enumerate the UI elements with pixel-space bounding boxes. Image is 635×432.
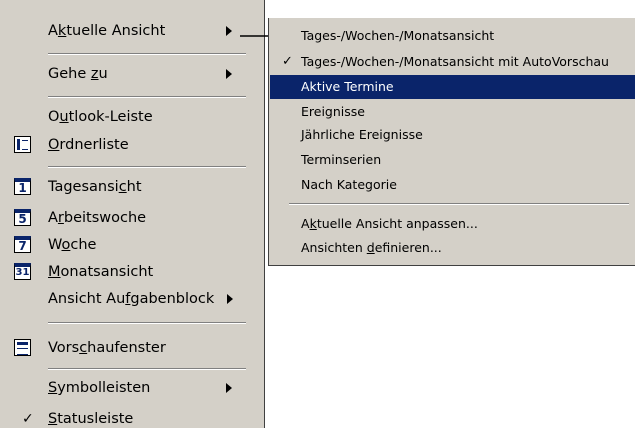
submenu-item-jaehrliche-ereignisse[interactable]: Jährliche Ereignisse <box>270 123 635 147</box>
menu-item-label: Vorschaufenster <box>48 340 166 356</box>
submenu-item-terminserien[interactable]: Terminserien <box>270 148 635 172</box>
view-menu: Aktuelle Ansicht Gehe zu Outlook-Leiste … <box>0 0 265 428</box>
menu-item-label: Arbeitswoche <box>48 210 147 226</box>
menu-item-ordnerliste[interactable]: Ordnerliste <box>0 132 264 158</box>
submenu-item-ereignisse[interactable]: Ereignisse <box>270 100 635 124</box>
menu-item-label: Statusleiste <box>48 411 134 427</box>
menu-separator <box>48 53 246 55</box>
preview-pane-icon <box>14 339 31 356</box>
work-week-icon: 5 <box>14 209 31 226</box>
menu-item-arbeitswoche[interactable]: 5 Arbeitswoche <box>0 205 264 231</box>
submenu-arrow-icon <box>226 69 232 79</box>
menu-item-label: Gehe zu <box>48 66 108 82</box>
week-view-icon: 7 <box>14 236 31 253</box>
menu-item-tagesansicht[interactable]: 1 Tagesansicht <box>0 174 264 200</box>
menu-item-label: Ordnerliste <box>48 137 129 153</box>
month-view-icon: 31 <box>14 263 31 280</box>
submenu-item-label: Jährliche Ereignisse <box>301 127 423 142</box>
menu-item-statusleiste[interactable]: ✓ Statusleiste <box>0 406 264 432</box>
submenu-item-label: Terminserien <box>301 152 382 167</box>
menu-item-label: Outlook-Leiste <box>48 109 153 125</box>
aktuelle-ansicht-submenu: Tages-/Wochen-/Monatsansicht ✓ Tages-/Wo… <box>268 18 635 266</box>
submenu-item-mit-autovorschau[interactable]: ✓ Tages-/Wochen-/Monatsansicht mit AutoV… <box>270 50 635 74</box>
submenu-item-label: Tages-/Wochen-/Monatsansicht <box>301 28 495 43</box>
submenu-item-aktive-termine[interactable]: Aktive Termine <box>270 75 635 99</box>
menu-item-symbolleisten[interactable]: Symbolleisten <box>0 375 264 401</box>
menu-item-woche[interactable]: 7 Woche <box>0 232 264 258</box>
submenu-item-label: Ansichten definieren... <box>301 240 442 255</box>
menu-item-label: Aktuelle Ansicht <box>48 23 166 39</box>
submenu-arrow-icon <box>226 26 232 36</box>
day-view-icon: 1 <box>14 178 31 195</box>
folder-list-icon <box>14 136 31 153</box>
submenu-item-nach-kategorie[interactable]: Nach Kategorie <box>270 173 635 197</box>
submenu-item-tages-wochen-monatsansicht[interactable]: Tages-/Wochen-/Monatsansicht <box>270 24 635 48</box>
menu-separator <box>48 166 246 168</box>
menu-item-label: Tagesansicht <box>48 179 142 195</box>
menu-item-outlook-leiste[interactable]: Outlook-Leiste <box>0 104 264 130</box>
menu-item-gehe-zu[interactable]: Gehe zu <box>0 61 264 87</box>
menu-item-aktuelle-ansicht[interactable]: Aktuelle Ansicht <box>0 18 264 44</box>
submenu-arrow-icon <box>227 294 233 304</box>
menu-item-monatsansicht[interactable]: 31 Monatsansicht <box>0 259 264 285</box>
submenu-item-label: Nach Kategorie <box>301 177 397 192</box>
menu-item-ansicht-aufgabenblock[interactable]: Ansicht Aufgabenblock <box>0 286 264 312</box>
submenu-item-ansichten-definieren[interactable]: Ansichten definieren... <box>270 236 635 260</box>
submenu-arrow-icon <box>226 383 232 393</box>
submenu-item-label: Tages-/Wochen-/Monatsansicht mit AutoVor… <box>301 54 609 69</box>
menu-item-label: Ansicht Aufgabenblock <box>48 291 215 307</box>
submenu-item-label: Aktuelle Ansicht anpassen... <box>301 216 478 231</box>
menu-item-label: Woche <box>48 237 97 253</box>
checkmark-icon: ✓ <box>282 54 293 69</box>
menu-item-label: Monatsansicht <box>48 264 154 280</box>
menu-item-vorschaufenster[interactable]: Vorschaufenster <box>0 335 264 361</box>
submenu-item-ansicht-anpassen[interactable]: Aktuelle Ansicht anpassen... <box>270 212 635 236</box>
menu-item-label: Symbolleisten <box>48 380 151 396</box>
menu-separator <box>48 368 246 370</box>
submenu-item-label: Ereignisse <box>301 104 365 119</box>
checkmark-icon: ✓ <box>22 411 34 427</box>
menu-separator <box>48 96 246 98</box>
menu-separator <box>48 322 246 324</box>
submenu-item-label: Aktive Termine <box>301 79 394 94</box>
menu-separator <box>289 203 629 205</box>
